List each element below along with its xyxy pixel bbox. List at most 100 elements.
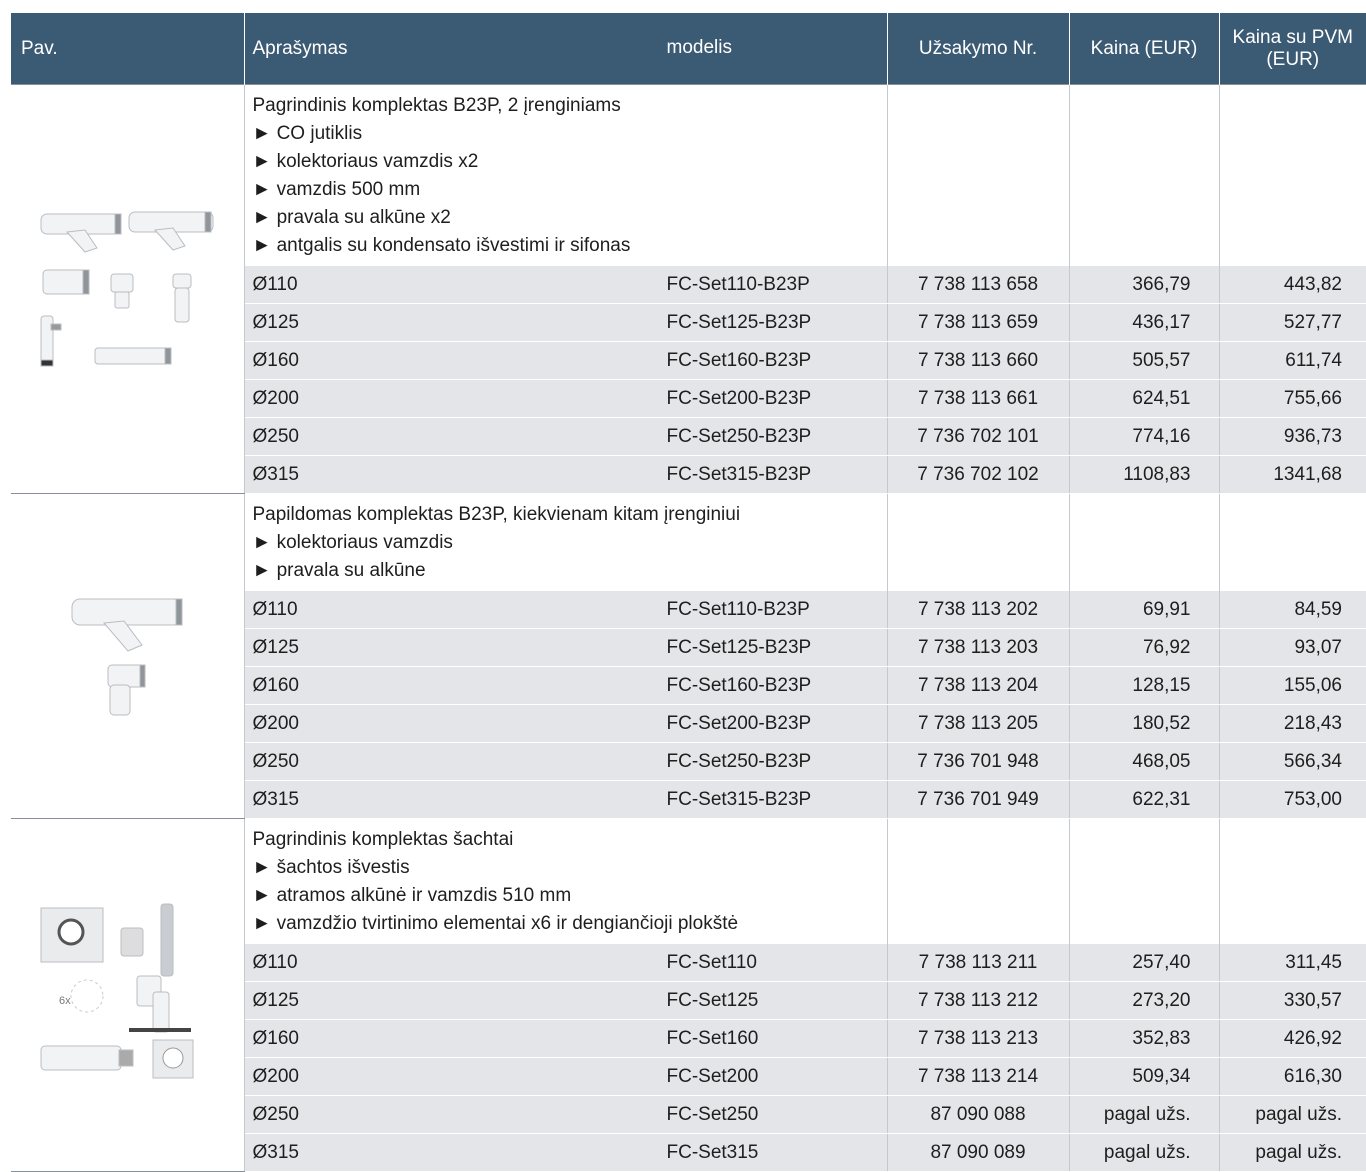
group-bullet: ► šachtos išvestis	[252, 857, 410, 878]
diameter-model-cell: Ø250 FC-Set250-B23P	[244, 742, 887, 781]
diameter-model-cell: Ø250 FC-Set250-B23P	[244, 417, 887, 456]
model: FC-Set250-B23P	[666, 426, 812, 447]
diameter: Ø160	[252, 350, 299, 371]
diameter-model-cell: Ø125 FC-Set125-B23P	[244, 303, 887, 342]
price-table: Pav. Aprašymas modelis Užsakymo Nr. Kain…	[11, 13, 1366, 1172]
diameter-model-cell: Ø250 FC-Set250	[244, 1095, 887, 1134]
group-bullet: ► antgalis su kondensato išvestimi ir si…	[252, 235, 631, 256]
model: FC-Set110	[666, 952, 757, 973]
model: FC-Set200-B23P	[666, 388, 812, 409]
group-bullet: ► vamzdis 500 mm	[252, 179, 421, 200]
empty-cell	[886, 493, 1069, 591]
diameter: Ø250	[252, 751, 299, 772]
order-number: 7 738 113 658	[886, 266, 1069, 304]
model: FC-Set160	[666, 1028, 759, 1049]
group-description: Papildomas komplektas B23P, kiekvienam k…	[243, 493, 887, 591]
shaft-kit-icon: 6x	[40, 903, 194, 1079]
empty-cell	[1068, 818, 1219, 944]
price-with-vat: 755,66	[1218, 379, 1366, 418]
header-kaina-su-pvm-line2: (EUR)	[1266, 48, 1320, 70]
price-with-vat: pagal užs.	[1218, 1133, 1366, 1172]
order-number: 7 736 701 949	[886, 780, 1069, 819]
price: 436,17	[1068, 303, 1219, 342]
price-with-vat: 155,06	[1218, 666, 1366, 705]
order-number: 7 736 701 948	[886, 742, 1069, 781]
diameter: Ø250	[252, 426, 299, 447]
diameter-model-cell: Ø315 FC-Set315	[244, 1133, 887, 1172]
group-description: Pagrindinis komplektas šachtai ► šachtos …	[243, 818, 887, 944]
model: FC-Set200-B23P	[666, 713, 812, 734]
price-with-vat: 84,59	[1218, 591, 1366, 629]
group-header-row: Papildomas komplektas B23P, kiekvienam k…	[11, 493, 1366, 819]
price-with-vat: 566,34	[1218, 742, 1366, 781]
price: 69,91	[1068, 591, 1219, 629]
diameter: Ø125	[252, 637, 299, 658]
group-title: Pagrindinis komplektas B23P, 2 įrenginia…	[252, 95, 621, 116]
diameter: Ø200	[252, 713, 299, 734]
order-number: 7 738 113 212	[886, 981, 1069, 1020]
price: 352,83	[1068, 1019, 1219, 1058]
group-bullet: ► vamzdžio tvirtinimo elementai x6 ir de…	[252, 913, 739, 934]
empty-cell	[886, 84, 1069, 266]
diameter: Ø125	[252, 990, 299, 1011]
diameter: Ø250	[252, 1104, 299, 1125]
diameter: Ø160	[252, 675, 299, 696]
price: 624,51	[1068, 379, 1219, 418]
header-pav: Pav.	[11, 13, 244, 85]
price-with-vat: 616,30	[1218, 1057, 1366, 1096]
model: FC-Set160-B23P	[666, 350, 812, 371]
order-number: 7 738 113 214	[886, 1057, 1069, 1096]
diameter: Ø110	[252, 952, 298, 973]
diameter: Ø110	[252, 274, 298, 295]
group-title: Pagrindinis komplektas šachtai	[252, 829, 514, 850]
price: 257,40	[1068, 944, 1219, 982]
model: FC-Set250	[666, 1104, 759, 1125]
price: pagal užs.	[1068, 1095, 1219, 1134]
model: FC-Set160-B23P	[666, 675, 812, 696]
diameter: Ø160	[252, 1028, 299, 1049]
price-with-vat: 93,07	[1218, 628, 1366, 667]
price: 468,05	[1068, 742, 1219, 781]
diameter-model-cell: Ø160 FC-Set160-B23P	[244, 666, 887, 705]
diameter-model-cell: Ø315 FC-Set315-B23P	[244, 780, 887, 819]
model: FC-Set125-B23P	[666, 312, 812, 333]
empty-cell	[1218, 818, 1366, 944]
price-with-vat: 311,45	[1218, 944, 1366, 982]
price-with-vat: 936,73	[1218, 417, 1366, 456]
diameter-model-cell: Ø200 FC-Set200-B23P	[244, 379, 887, 418]
price-with-vat: pagal užs.	[1218, 1095, 1366, 1134]
empty-cell	[886, 818, 1069, 944]
price-with-vat: 443,82	[1218, 266, 1366, 304]
header-uzsakymo-nr: Užsakymo Nr.	[886, 13, 1069, 85]
empty-cell	[1068, 493, 1219, 591]
header-modelis: modelis	[666, 37, 732, 58]
order-number: 7 738 113 660	[886, 341, 1069, 380]
order-number: 87 090 089	[886, 1133, 1069, 1172]
group-title: Papildomas komplektas B23P, kiekvienam k…	[252, 504, 741, 525]
header-kaina-su-pvm-line1: Kaina su PVM	[1232, 26, 1353, 48]
diameter-model-cell: Ø110 FC-Set110	[244, 944, 887, 982]
diameter-model-cell: Ø160 FC-Set160-B23P	[244, 341, 887, 380]
group-bullet: ► CO jutiklis	[252, 123, 363, 144]
group-bullet: ► kolektoriaus vamzdis	[252, 532, 453, 553]
price-with-vat: 753,00	[1218, 780, 1366, 819]
price: 366,79	[1068, 266, 1219, 304]
group-bullet: ► pravala su alkūne x2	[252, 207, 451, 228]
price: 128,15	[1068, 666, 1219, 705]
product-image-cell	[11, 493, 245, 819]
model: FC-Set110-B23P	[666, 274, 810, 295]
price-with-vat: 527,77	[1218, 303, 1366, 342]
price: 622,31	[1068, 780, 1219, 819]
price: 774,16	[1068, 417, 1219, 456]
price: 509,34	[1068, 1057, 1219, 1096]
order-number: 7 738 113 661	[886, 379, 1069, 418]
diameter-model-cell: Ø315 FC-Set315-B23P	[244, 455, 887, 494]
model: FC-Set200	[666, 1066, 759, 1087]
order-number: 7 738 113 204	[886, 666, 1069, 705]
empty-cell	[1218, 84, 1366, 266]
group-header-row: Pagrindinis komplektas B23P, 2 įrenginia…	[11, 84, 1366, 494]
product-image-cell	[11, 84, 245, 494]
empty-cell	[1068, 84, 1219, 266]
group-header-row: 6x Pagrindinis komplektas šachtai ► šacht…	[11, 818, 1366, 1172]
order-number: 7 738 113 205	[886, 704, 1069, 743]
